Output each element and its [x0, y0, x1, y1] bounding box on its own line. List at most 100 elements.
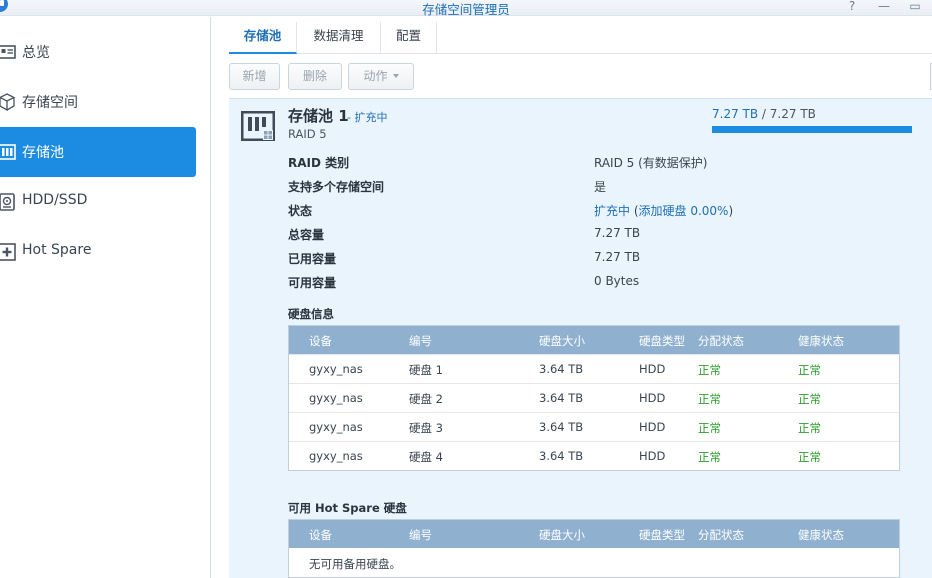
table-header: 设备 编号 硬盘大小 硬盘类型 分配状态 健康状态 [289, 326, 899, 354]
cell-disk-id: 硬盘 4 [409, 450, 443, 464]
prop-value-status: 扩充中 (添加硬盘 0.00%) [594, 202, 733, 219]
cell-health: 正常 [798, 450, 821, 464]
cell-health: 正常 [798, 421, 821, 435]
empty-message: 无可用备用硬盘。 [309, 557, 401, 571]
create-button[interactable]: 新增 [229, 63, 280, 90]
prop-label-used-capacity: 已用容量 [288, 252, 337, 266]
cell-size: 3.64 TB [539, 449, 584, 463]
tab-settings[interactable]: 配置 [381, 22, 437, 54]
minimize-icon[interactable]: — [876, 0, 892, 14]
cell-disk-id: 硬盘 3 [409, 421, 443, 435]
prop-value-total-capacity: 7.27 TB [594, 226, 641, 240]
hot-spare-icon [0, 243, 16, 261]
cell-type: HDD [639, 391, 666, 405]
pool-raid-type: RAID 5 [288, 127, 327, 141]
prop-label-multi-volume: 支持多个存储空间 [288, 180, 385, 194]
title-bar: 存储空间管理员 ? — ▭ [0, 0, 932, 17]
maximize-icon[interactable]: ▭ [907, 0, 923, 14]
cell-device: gyxy_nas [309, 391, 363, 405]
status-paren-open: ( [630, 204, 639, 218]
column-header[interactable]: 分配状态 [698, 333, 744, 349]
prop-value-free-capacity: 0 Bytes [594, 274, 640, 288]
prop-label-raid: RAID 类别 [288, 156, 350, 170]
cell-size: 3.64 TB [539, 420, 584, 434]
column-header[interactable]: 硬盘类型 [639, 333, 685, 349]
hdd-icon [0, 193, 15, 211]
capacity-total: 7.27 TB [769, 107, 816, 121]
column-header[interactable]: 设备 [309, 527, 332, 543]
column-header[interactable]: 编号 [409, 333, 432, 349]
prop-label-status: 状态 [288, 204, 313, 218]
status-add-disk-link[interactable]: 添加硬盘 0.00% [639, 204, 729, 218]
cell-allocation: 正常 [698, 421, 721, 435]
chevron-down-icon [392, 74, 399, 78]
delete-button[interactable]: 删除 [288, 63, 342, 90]
cell-disk-id: 硬盘 1 [409, 363, 443, 377]
sidebar-item-storage-pool[interactable]: 存储池 [0, 127, 196, 177]
cell-size: 3.64 TB [539, 362, 584, 376]
cell-device: gyxy_nas [309, 420, 363, 434]
hot-spare-title: 可用 Hot Spare 硬盘 [288, 501, 407, 515]
window-title: 存储空间管理员 [422, 2, 510, 17]
cell-device: gyxy_nas [309, 362, 363, 376]
prop-value-raid: RAID 5 (有数据保护) [594, 156, 708, 170]
table-row[interactable]: gyxy_nas 硬盘 2 3.64 TB HDD 正常 正常 [289, 383, 899, 412]
cell-type: HDD [639, 449, 666, 463]
cell-health: 正常 [798, 392, 821, 406]
storage-pool-panel: 存储池 1 - 扩充中 RAID 5 7.27 TB / 7.27 TB RAI… [229, 98, 932, 578]
column-header[interactable]: 硬盘类型 [639, 527, 685, 543]
prop-value-used-capacity: 7.27 TB [594, 250, 641, 264]
capacity-bar [712, 126, 912, 133]
cell-size: 3.64 TB [539, 391, 584, 405]
action-dropdown-button[interactable]: 动作 [348, 63, 414, 90]
overview-icon [0, 45, 16, 59]
sidebar-item-label: HDD/SSD [22, 192, 88, 208]
column-header[interactable]: 设备 [309, 333, 332, 349]
help-icon[interactable]: ? [844, 0, 860, 14]
hot-spare-table: 设备 编号 硬盘大小 硬盘类型 分配状态 健康状态 无可用备用硬盘。 [288, 519, 900, 578]
status-expanding-link[interactable]: 扩充中 [594, 204, 630, 218]
column-header[interactable]: 分配状态 [698, 527, 744, 543]
sidebar-item-hot-spare[interactable]: Hot Spare [0, 227, 196, 277]
main-content: 存储池 数据清理 配置 新增 删除 动作 存储池 1 - 扩充中 RAID 5 … [212, 17, 932, 578]
pool-name: 存储池 1 [288, 107, 349, 125]
capacity-separator: / [758, 107, 770, 121]
sidebar-item-label: 存储空间 [22, 95, 78, 111]
tab-data-scrubbing[interactable]: 数据清理 [297, 22, 381, 54]
disk-info-table: 设备 编号 硬盘大小 硬盘类型 分配状态 健康状态 gyxy_nas 硬盘 1 … [288, 325, 900, 471]
capacity-used: 7.27 TB [712, 107, 759, 121]
column-header[interactable]: 硬盘大小 [539, 527, 585, 543]
tab-storage-pool[interactable]: 存储池 [229, 22, 297, 54]
column-header[interactable]: 健康状态 [798, 527, 844, 543]
column-header[interactable]: 健康状态 [798, 333, 844, 349]
sidebar-item-volume[interactable]: 存储空间 [0, 77, 196, 127]
storage-pool-icon [241, 111, 275, 141]
sidebar: 总览 存储空间 存储池 HDD/SSD Hot Spare [0, 17, 211, 578]
cell-allocation: 正常 [698, 363, 721, 377]
table-header: 设备 编号 硬盘大小 硬盘类型 分配状态 健康状态 [289, 520, 899, 548]
column-header[interactable]: 编号 [409, 527, 432, 543]
pool-status-link[interactable]: - 扩充中 [347, 109, 387, 125]
sidebar-item-hdd-ssd[interactable]: HDD/SSD [0, 177, 196, 227]
tab-bar: 存储池 数据清理 配置 [229, 22, 932, 54]
sidebar-item-overview[interactable]: 总览 [0, 27, 196, 77]
table-row[interactable]: gyxy_nas 硬盘 3 3.64 TB HDD 正常 正常 [289, 412, 899, 441]
cell-disk-id: 硬盘 2 [409, 392, 443, 406]
action-button-label: 动作 [363, 69, 388, 83]
column-header[interactable]: 硬盘大小 [539, 333, 585, 349]
cell-type: HDD [639, 362, 666, 376]
storage-pool-icon [0, 144, 16, 160]
cell-health: 正常 [798, 363, 821, 377]
table-row[interactable]: gyxy_nas 硬盘 1 3.64 TB HDD 正常 正常 [289, 354, 899, 383]
sidebar-item-label: 总览 [22, 45, 50, 61]
cell-allocation: 正常 [698, 392, 721, 406]
capacity-bar-fill [712, 126, 912, 133]
table-empty-row: 无可用备用硬盘。 [289, 548, 899, 577]
disk-info-title: 硬盘信息 [288, 307, 334, 321]
sidebar-item-label: Hot Spare [22, 242, 92, 258]
table-row[interactable]: gyxy_nas 硬盘 4 3.64 TB HDD 正常 正常 [289, 441, 899, 470]
sidebar-item-label: 存储池 [22, 145, 64, 161]
status-paren-close: ) [728, 204, 734, 218]
cell-type: HDD [639, 420, 666, 434]
prop-label-total-capacity: 总容量 [288, 228, 325, 242]
